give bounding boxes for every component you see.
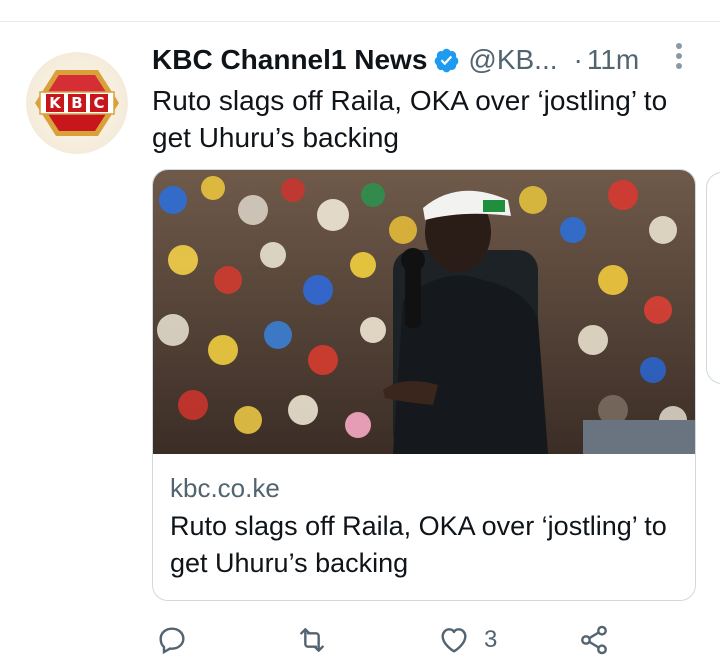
like-button[interactable]: 3 bbox=[438, 620, 497, 660]
avatar[interactable]: K B C bbox=[26, 52, 128, 154]
share-icon bbox=[581, 625, 607, 655]
reply-button[interactable] bbox=[156, 620, 188, 660]
top-divider bbox=[0, 21, 720, 22]
share-button[interactable] bbox=[578, 620, 610, 660]
next-card-edge bbox=[706, 172, 720, 384]
handle[interactable]: @KB... bbox=[468, 44, 557, 76]
tweet-text: Ruto slags off Raila, OKA over ‘jostling… bbox=[152, 85, 668, 153]
tweet-header: KBC Channel1 News @KB... · 11m bbox=[152, 38, 697, 82]
display-name[interactable]: KBC Channel1 News bbox=[152, 44, 427, 76]
heart-icon bbox=[441, 628, 467, 653]
verified-badge-icon bbox=[433, 47, 460, 74]
card-domain: kbc.co.ke bbox=[170, 473, 280, 503]
photo-icon bbox=[153, 170, 695, 454]
card-meta: kbc.co.ke Ruto slags off Raila, OKA over… bbox=[170, 470, 680, 582]
link-card[interactable]: kbc.co.ke Ruto slags off Raila, OKA over… bbox=[152, 169, 696, 601]
reply-icon bbox=[159, 627, 185, 655]
retweet-icon bbox=[300, 628, 324, 652]
timestamp[interactable]: 11m bbox=[587, 44, 639, 76]
like-count: 3 bbox=[484, 626, 498, 653]
card-image[interactable] bbox=[153, 170, 695, 454]
avatar-logo-text: K B C bbox=[49, 94, 105, 112]
separator-dot: · bbox=[573, 44, 583, 75]
card-title: Ruto slags off Raila, OKA over ‘jostling… bbox=[170, 511, 667, 578]
tweet-actions: 3 bbox=[152, 620, 697, 660]
retweet-button[interactable] bbox=[294, 620, 330, 660]
more-options-icon[interactable] bbox=[668, 40, 690, 72]
